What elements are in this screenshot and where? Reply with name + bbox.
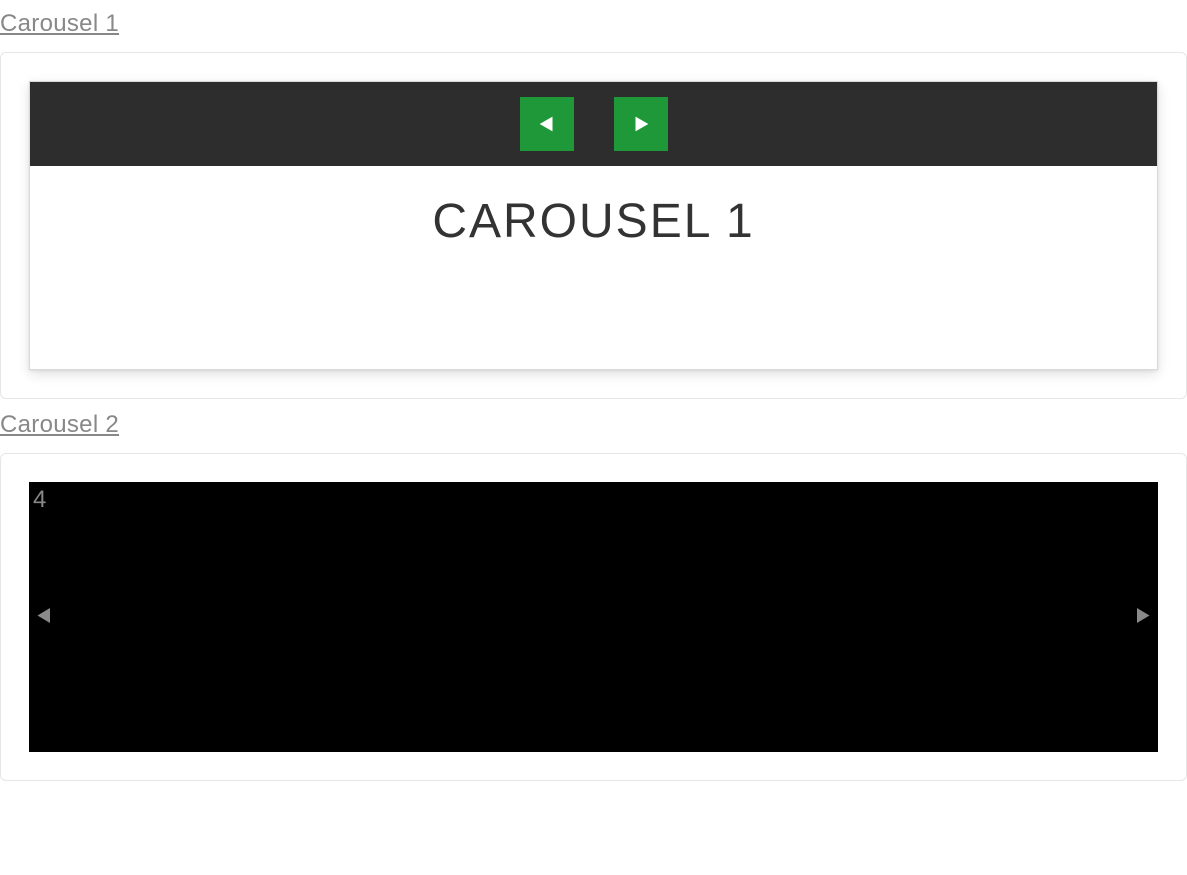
carousel-1-slide: CAROUSEL 1: [30, 166, 1157, 369]
triangle-left-icon: [35, 605, 55, 627]
carousel-2-panel: 4: [0, 453, 1187, 781]
carousel-1-prev-button[interactable]: [520, 97, 574, 151]
carousel-1-next-button[interactable]: [614, 97, 668, 151]
carousel-1-slide-title: CAROUSEL 1: [50, 194, 1137, 249]
carousel-1: CAROUSEL 1: [29, 81, 1158, 370]
carousel-2-slide-number: 4: [33, 486, 46, 514]
triangle-right-icon: [1132, 605, 1152, 627]
triangle-right-icon: [630, 113, 652, 135]
carousel-2-next-button[interactable]: [1132, 605, 1152, 630]
carousel-1-heading[interactable]: Carousel 1: [0, 10, 1187, 38]
carousel-1-nav-bar: [30, 82, 1157, 166]
carousel-2-heading[interactable]: Carousel 2: [0, 411, 1187, 439]
carousel-2: 4: [29, 482, 1158, 752]
carousel-2-prev-button[interactable]: [35, 605, 55, 630]
triangle-left-icon: [536, 113, 558, 135]
carousel-1-panel: CAROUSEL 1: [0, 52, 1187, 399]
